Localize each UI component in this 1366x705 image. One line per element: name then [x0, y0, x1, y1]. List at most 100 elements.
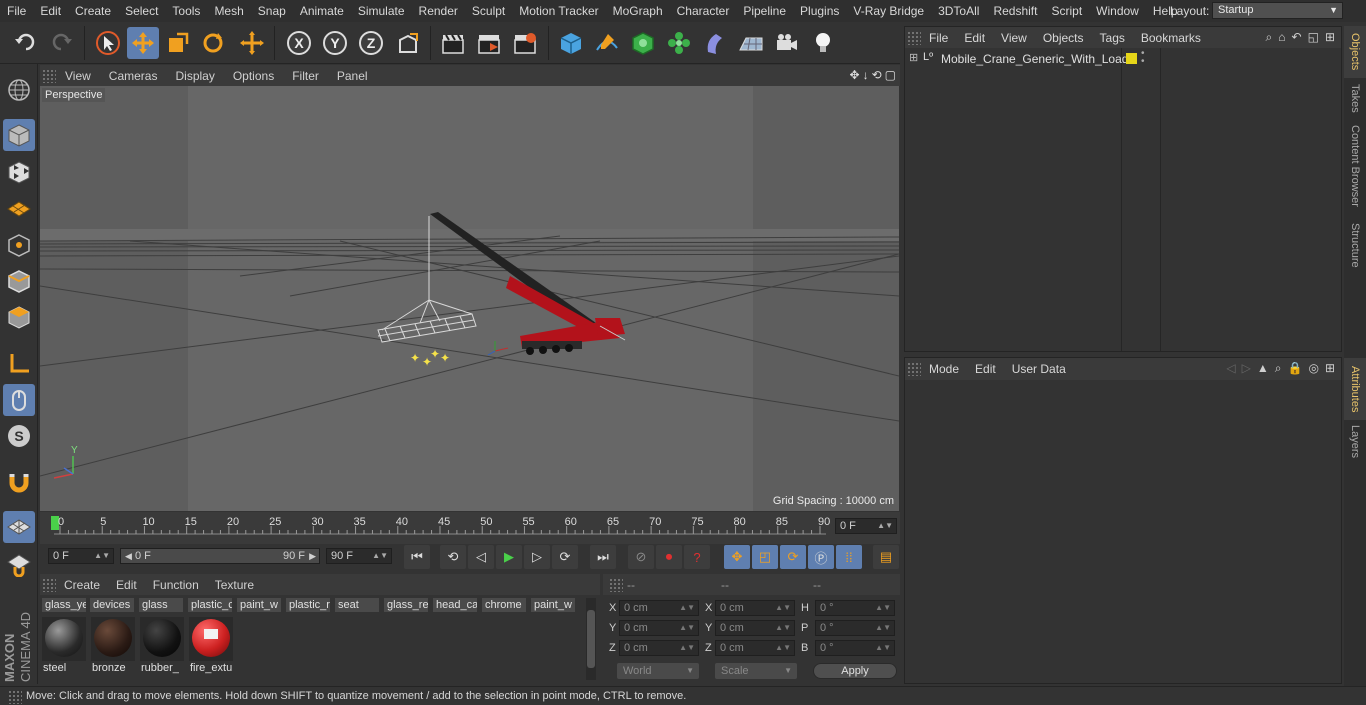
material-menu-create[interactable]: Create	[56, 578, 108, 592]
material-tab[interactable]: seat	[335, 598, 379, 612]
menu-edit[interactable]: Edit	[33, 0, 68, 22]
recent-tool-button[interactable]	[236, 27, 268, 59]
viewport-menu-panel[interactable]: Panel	[328, 69, 377, 83]
position-z-field[interactable]: 0 cm ▲▼	[619, 640, 699, 656]
next-key-button[interactable]: ⟳	[552, 545, 578, 569]
menu-vray-bridge[interactable]: V-Ray Bridge	[846, 0, 931, 22]
menu-window[interactable]: Window	[1089, 0, 1146, 22]
material-scrollbar[interactable]	[586, 598, 596, 680]
dolly-icon[interactable]: ↓	[863, 68, 869, 82]
viewport-menu-display[interactable]: Display	[166, 69, 223, 83]
deformer-button[interactable]	[699, 27, 731, 59]
menu-motion-tracker[interactable]: Motion Tracker	[512, 0, 605, 22]
position-x-field[interactable]: 0 cm ▲▼	[619, 600, 699, 616]
search-icon[interactable]: ⌕	[1275, 361, 1282, 376]
om-menu-tags[interactable]: Tags	[1092, 31, 1133, 45]
points-mode-button[interactable]	[3, 229, 35, 261]
size-y-field[interactable]: 0 cm ▲▼	[715, 620, 795, 636]
om-menu-view[interactable]: View	[993, 31, 1035, 45]
viewport-menu-view[interactable]: View	[56, 69, 100, 83]
menu-render[interactable]: Render	[412, 0, 465, 22]
workplane-lock-button[interactable]	[3, 511, 35, 543]
menu-pipeline[interactable]: Pipeline	[736, 0, 793, 22]
material-menu-texture[interactable]: Texture	[207, 578, 262, 592]
rotation-h-field[interactable]: 0 ° ▲▼	[815, 600, 895, 616]
play-button[interactable]: ▶	[496, 545, 522, 569]
menu-tools[interactable]: Tools	[165, 0, 207, 22]
coordinate-system-button[interactable]	[392, 27, 424, 59]
layer-color-swatch[interactable]	[1126, 53, 1137, 64]
solo-mode-button[interactable]: S	[3, 420, 35, 452]
x-axis-lock-button[interactable]: X	[283, 27, 315, 59]
key-position-button[interactable]: ✥	[724, 545, 750, 569]
am-menu-mode[interactable]: Mode	[921, 362, 967, 376]
edges-mode-button[interactable]	[3, 265, 35, 297]
pan-icon[interactable]: ✥	[850, 68, 860, 82]
autokey-button[interactable]: ⏺	[656, 545, 682, 569]
back-arrow-icon[interactable]: ◁	[1226, 361, 1235, 376]
frame-range-slider[interactable]: ◀ 0 F 90 F ▶	[120, 548, 320, 564]
rotation-b-field[interactable]: 0 ° ▲▼	[815, 640, 895, 656]
workplane-mode-button[interactable]	[3, 192, 35, 224]
pen-spline-button[interactable]	[591, 27, 623, 59]
tab-content-browser[interactable]: Content Browser	[1344, 118, 1366, 214]
menu-file[interactable]: File	[0, 0, 33, 22]
previous-key-button[interactable]: ⟲	[440, 545, 466, 569]
add-icon[interactable]: ⊞	[1325, 30, 1335, 45]
object-row[interactable]: ⊞ Lº Mobile_Crane_Generic_With_Load • •	[905, 49, 1341, 68]
size-mode-dropdown[interactable]: Scale ▼	[715, 663, 797, 679]
cloner-button[interactable]	[663, 27, 695, 59]
current-frame-field[interactable]: 0 F ▲▼	[835, 518, 897, 534]
om-menu-file[interactable]: File	[921, 31, 956, 45]
texture-mode-button[interactable]	[3, 156, 35, 188]
menu-snap[interactable]: Snap	[251, 0, 293, 22]
visibility-dots-icon[interactable]: • •	[1141, 49, 1145, 67]
size-z-field[interactable]: 0 cm ▲▼	[715, 640, 795, 656]
material-swatch-rubber[interactable]	[140, 617, 184, 661]
planar-workplane-button[interactable]	[3, 548, 35, 580]
apply-button[interactable]: Apply	[813, 663, 897, 679]
live-selection-button[interactable]	[92, 27, 124, 59]
maximize-icon[interactable]: ▢	[885, 68, 896, 82]
layout-dropdown[interactable]: Startup ▼	[1212, 2, 1343, 19]
axis-mode-button[interactable]	[3, 348, 35, 380]
search-icon[interactable]: ⌕	[1266, 30, 1273, 45]
add-icon[interactable]: ⊞	[1325, 361, 1335, 376]
back-icon[interactable]: ↶	[1292, 30, 1302, 45]
render-view-button[interactable]	[437, 27, 469, 59]
new-window-icon[interactable]: ◱	[1308, 30, 1319, 45]
menu-simulate[interactable]: Simulate	[351, 0, 412, 22]
keyframe-selection-button[interactable]: ?	[684, 545, 710, 569]
material-swatch-bronze[interactable]	[91, 617, 135, 661]
menu-animate[interactable]: Animate	[293, 0, 351, 22]
material-swatch-steel[interactable]	[42, 617, 86, 661]
perspective-viewport[interactable]: ✦ ✦ ✦ ✦ Y Perspective Grid Spacing : 100…	[40, 86, 899, 511]
tab-objects[interactable]: Objects	[1344, 26, 1366, 78]
menu-script[interactable]: Script	[1044, 0, 1089, 22]
orbit-icon[interactable]: ⟲	[872, 68, 882, 82]
viewport-menu-options[interactable]: Options	[224, 69, 283, 83]
rotation-p-field[interactable]: 0 ° ▲▼	[815, 620, 895, 636]
menu-3dtoall[interactable]: 3DToAll	[931, 0, 986, 22]
key-scale-button[interactable]: ◰	[752, 545, 778, 569]
material-menu-edit[interactable]: Edit	[108, 578, 145, 592]
position-y-field[interactable]: 0 cm ▲▼	[619, 620, 699, 636]
z-axis-lock-button[interactable]: Z	[355, 27, 387, 59]
menu-plugins[interactable]: Plugins	[793, 0, 846, 22]
om-menu-bookmarks[interactable]: Bookmarks	[1133, 31, 1209, 45]
tweak-mode-button[interactable]	[3, 384, 35, 416]
scrollbar-thumb[interactable]	[587, 610, 595, 668]
menu-select[interactable]: Select	[118, 0, 165, 22]
expand-icon[interactable]: ⊞	[909, 51, 918, 64]
timeline-window-button[interactable]: ▤	[873, 545, 899, 569]
menu-create[interactable]: Create	[68, 0, 118, 22]
start-frame-field[interactable]: 0 F ▲▼	[48, 548, 114, 564]
om-menu-edit[interactable]: Edit	[956, 31, 993, 45]
tab-attributes[interactable]: Attributes	[1344, 358, 1366, 420]
goto-end-button[interactable]: ⏭	[590, 545, 616, 569]
polygons-mode-button[interactable]	[3, 301, 35, 333]
menu-mesh[interactable]: Mesh	[207, 0, 250, 22]
render-settings-button[interactable]	[509, 27, 541, 59]
menu-sculpt[interactable]: Sculpt	[465, 0, 512, 22]
material-tab[interactable]: chrome	[482, 598, 526, 612]
